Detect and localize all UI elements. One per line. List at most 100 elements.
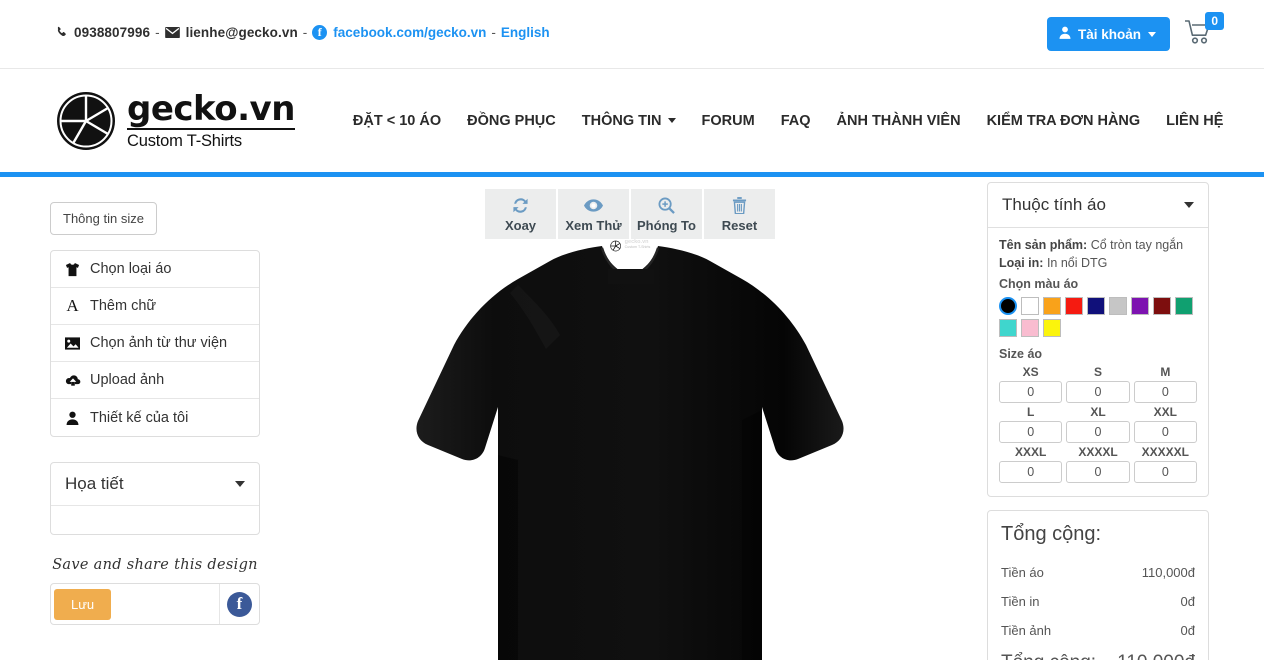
size-label-l: L: [1026, 405, 1035, 419]
chevron-down-icon: [235, 481, 245, 487]
color-swatches: [999, 297, 1199, 337]
size-input-xxxl[interactable]: [999, 461, 1063, 483]
phone-contact[interactable]: 0938807996: [55, 25, 150, 40]
nav-item-thong-tin[interactable]: THÔNG TIN: [569, 105, 689, 137]
color-swatch-purple[interactable]: [1131, 297, 1149, 315]
size-label-xxxl: XXXL: [1014, 445, 1047, 459]
size-input-l[interactable]: [999, 421, 1063, 443]
facebook-link[interactable]: facebook.com/gecko.vn: [333, 25, 486, 40]
color-swatch-red[interactable]: [1065, 297, 1083, 315]
nav-item-kiem-tra-don-hang[interactable]: KIỂM TRA ĐƠN HÀNG: [974, 105, 1154, 137]
total-row-image: Tiền ảnh 0đ: [1001, 616, 1195, 645]
user-icon: [1059, 26, 1071, 42]
save-share-bar: Lưu f: [50, 583, 260, 625]
size-input-s[interactable]: [1066, 381, 1130, 403]
phone-number: 0938807996: [74, 24, 151, 40]
facebook-contact[interactable]: f facebook.com/gecko.vn: [312, 24, 486, 40]
sidebar-item-label: Chọn ảnh từ thư viện: [90, 335, 228, 351]
total-row-grand: Tổng cộng: 110,000đ: [1001, 645, 1195, 660]
size-input-xl[interactable]: [1066, 421, 1130, 443]
cart-button[interactable]: 0: [1184, 12, 1224, 50]
account-button[interactable]: Tài khoản: [1046, 17, 1170, 51]
nav-item-faq[interactable]: FAQ: [768, 105, 824, 137]
facebook-share-icon[interactable]: f: [227, 591, 252, 617]
sidebar-item-them-chu[interactable]: A Thêm chữ: [51, 288, 259, 325]
pattern-panel-body: [51, 506, 259, 534]
size-input-xxxxxl[interactable]: [1133, 461, 1197, 483]
size-section-label: Size áo: [999, 347, 1043, 361]
color-swatch-silver[interactable]: [1109, 297, 1127, 315]
size-label-s: S: [1093, 365, 1102, 379]
color-swatch-yellow[interactable]: [1043, 319, 1061, 337]
totals-panel: Tổng cộng: Tiền áo 110,000đ Tiền in 0đ T…: [987, 510, 1209, 660]
language-link[interactable]: English: [501, 25, 550, 40]
total-row-print: Tiền in 0đ: [1001, 587, 1195, 616]
design-sidebar: Thông tin size Chọn loại áo A Thêm chữ C…: [50, 202, 260, 625]
total-row-amount: 110,000đ: [1141, 565, 1195, 580]
color-swatch-turquoise[interactable]: [999, 319, 1017, 337]
size-info-button[interactable]: Thông tin size: [50, 202, 157, 235]
sidebar-item-chon-loai-ao[interactable]: Chọn loại áo: [51, 251, 259, 288]
user-icon: [64, 411, 81, 425]
color-swatch-green[interactable]: [1175, 297, 1193, 315]
print-type-row: Loại in: In nổi DTG: [999, 256, 1197, 270]
size-input-xs[interactable]: [999, 381, 1063, 403]
product-name-row: Tên sản phẩm: Cổ tròn tay ngắn: [999, 238, 1197, 252]
nav-label: THÔNG TIN: [581, 112, 662, 129]
size-label-xl: XL: [1090, 405, 1106, 419]
color-swatch-pink[interactable]: [1021, 319, 1039, 337]
zoom-in-icon: [658, 195, 675, 215]
nav-item-dat-10-ao[interactable]: ĐẶT < 10 ÁO: [340, 105, 454, 137]
nav-item-lien-he[interactable]: LIÊN HỆ: [1153, 105, 1236, 137]
size-input-xxl[interactable]: [1133, 421, 1197, 443]
reset-button[interactable]: Reset: [704, 189, 775, 239]
nav-label: ĐỒNG PHỤC: [467, 112, 556, 129]
nav-item-forum[interactable]: FORUM: [689, 105, 768, 137]
email-contact[interactable]: lienhe@gecko.vn: [164, 25, 298, 40]
color-swatch-white[interactable]: [1021, 297, 1039, 315]
tshirt-preview[interactable]: gecko.vn Custom T-Shirts: [300, 240, 960, 660]
color-swatch-maroon[interactable]: [1153, 297, 1171, 315]
nav-item-dong-phuc[interactable]: ĐỒNG PHỤC: [454, 105, 569, 137]
share-area: f: [220, 584, 259, 624]
size-cell-xxl: XXL: [1133, 405, 1197, 443]
reset-button-label: Reset: [721, 218, 758, 233]
total-row-amount: 0đ: [1180, 594, 1195, 609]
trash-icon: [732, 195, 747, 215]
attributes-panel-title: Thuộc tính áo: [1002, 195, 1106, 214]
product-name-label: Tên sản phẩm:: [999, 238, 1088, 252]
sidebar-item-chon-anh-tu-thu-vien[interactable]: Chọn ảnh từ thư viện: [51, 325, 259, 362]
color-picker-label: Chọn màu áo: [999, 277, 1079, 291]
zoom-button[interactable]: Phóng To: [631, 189, 702, 239]
site-logo[interactable]: gecko.vn Custom T-Shirts: [55, 90, 295, 152]
size-input-xxxxl[interactable]: [1066, 461, 1130, 483]
rotate-button[interactable]: Xoay: [485, 189, 556, 239]
cart-count-badge: 0: [1205, 12, 1224, 31]
size-input-m[interactable]: [1133, 381, 1197, 403]
chevron-down-icon: [1148, 31, 1156, 37]
tshirt-icon: [64, 262, 81, 277]
pattern-panel-header[interactable]: Họa tiết: [51, 463, 259, 506]
color-swatch-black[interactable]: [999, 297, 1017, 315]
totals-title: Tổng cộng:: [1001, 523, 1102, 545]
attributes-panel-header[interactable]: Thuộc tính áo: [988, 183, 1208, 228]
sidebar-item-label: Thiết kế của tôi: [90, 409, 189, 426]
size-label-m: M: [1160, 365, 1171, 379]
preview-button[interactable]: Xem Thử: [558, 189, 629, 239]
save-button[interactable]: Lưu: [54, 588, 112, 620]
chevron-down-icon: [667, 118, 676, 123]
nav-label: FORUM: [701, 112, 755, 129]
eye-icon: [584, 195, 603, 215]
nav-item-anh-thanh-vien[interactable]: ẢNH THÀNH VIÊN: [824, 105, 974, 137]
color-swatch-orange[interactable]: [1043, 297, 1061, 315]
size-label-xs: XS: [1022, 365, 1039, 379]
rotate-icon: [512, 195, 529, 215]
chevron-down-icon: [1184, 202, 1194, 208]
gecko-wheel-logo-icon: [610, 239, 622, 252]
cart-icon: [1184, 20, 1214, 50]
color-swatch-navy[interactable]: [1087, 297, 1105, 315]
total-row-label: Tiền ảnh: [1001, 623, 1052, 638]
envelope-icon: [164, 26, 180, 38]
sidebar-item-thiet-ke-cua-toi[interactable]: Thiết kế của tôi: [51, 399, 259, 436]
sidebar-item-upload-anh[interactable]: Upload ảnh: [51, 362, 259, 399]
